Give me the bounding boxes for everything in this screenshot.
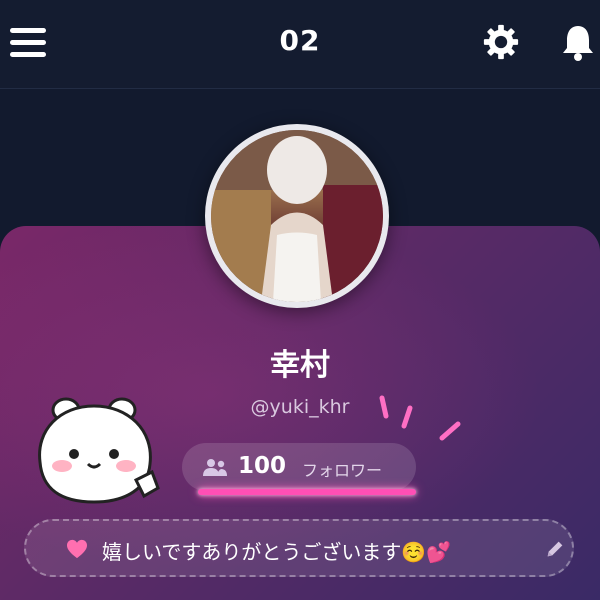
followers-button[interactable]: 100 フォロワー <box>182 443 416 491</box>
follower-label: フォロワー <box>302 461 383 480</box>
heart-icon <box>67 539 87 559</box>
user-name: 幸村 <box>270 348 330 383</box>
highlight-underline <box>198 489 416 495</box>
status-message-bar[interactable]: 嬉しいですありがとうございます☺️💕 <box>24 519 574 577</box>
bell-icon[interactable] <box>558 22 598 62</box>
status-message: 嬉しいですありがとうございます☺️💕 <box>102 540 452 564</box>
follower-count: 100 <box>238 453 287 479</box>
avatar-photo <box>211 130 383 302</box>
gear-icon[interactable] <box>482 23 520 61</box>
people-icon <box>203 459 227 476</box>
bear-sticker <box>38 397 160 504</box>
avatar[interactable] <box>205 124 389 308</box>
top-bar: 02 <box>0 0 600 89</box>
pencil-icon[interactable] <box>544 538 566 560</box>
